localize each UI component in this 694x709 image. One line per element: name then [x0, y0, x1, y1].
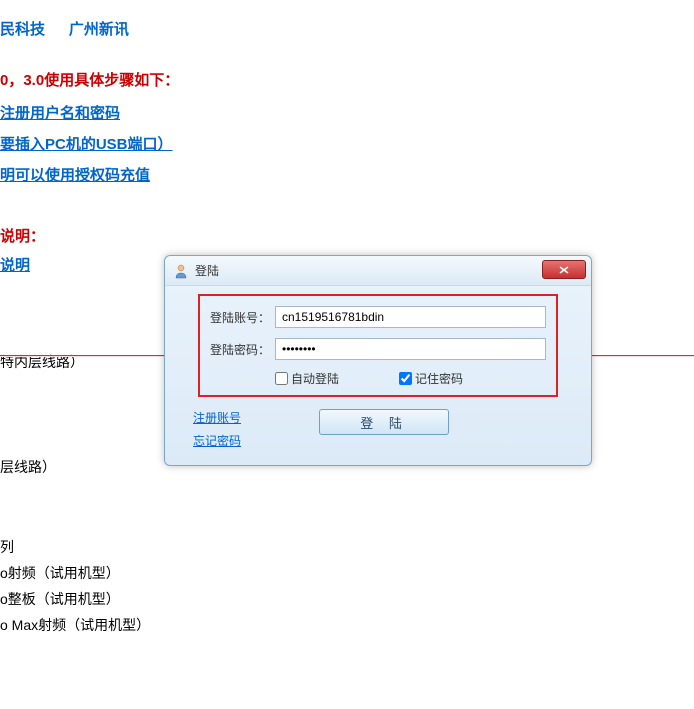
remember-pwd-option[interactable]: 记住密码 — [399, 370, 463, 387]
account-label: 登陆账号： — [210, 309, 275, 326]
text-board: o整板（试用机型） — [0, 589, 694, 609]
register-link[interactable]: 注册账号 — [193, 409, 241, 426]
password-label: 登陆密码： — [210, 341, 275, 358]
text-max-rf: o Max射频（试用机型） — [0, 615, 694, 635]
remember-pwd-label: 记住密码 — [415, 370, 463, 387]
dialog-title: 登陆 — [195, 262, 219, 279]
password-row: 登陆密码： — [210, 338, 546, 360]
highlight-box: 登陆账号： 登陆密码： 自动登陆 记住密码 — [198, 294, 558, 397]
auto-login-checkbox[interactable] — [275, 372, 288, 385]
login-button[interactable]: 登 陆 — [319, 409, 449, 435]
label-explain-red: 说明： — [0, 225, 45, 246]
user-icon — [173, 263, 189, 279]
top-link-2[interactable]: 广州新讯 — [69, 21, 129, 38]
side-links: 注册账号 忘记密码 — [193, 409, 241, 449]
auto-login-option[interactable]: 自动登陆 — [275, 370, 339, 387]
link-recharge[interactable]: 明可以使用授权码充值 — [0, 164, 694, 185]
label-explain-blue[interactable]: 说明 — [0, 254, 30, 275]
link-register[interactable]: 注册用户名和密码 — [0, 102, 694, 123]
heading-steps: 0，3.0使用具体步骤如下： — [0, 69, 694, 90]
forgot-link[interactable]: 忘记密码 — [193, 432, 241, 449]
remember-pwd-checkbox[interactable] — [399, 372, 412, 385]
dialog-titlebar[interactable]: 登陆 — [165, 256, 591, 286]
account-input[interactable] — [275, 306, 546, 328]
login-dialog: 登陆 登陆账号： 登陆密码： 自动登陆 — [164, 255, 592, 466]
dialog-body: 登陆账号： 登陆密码： 自动登陆 记住密码 注册账号 忘 — [165, 286, 591, 465]
close-icon — [559, 266, 569, 274]
password-input[interactable] — [275, 338, 546, 360]
link-usb[interactable]: 要插入PC机的USB端口） — [0, 133, 694, 154]
close-button[interactable] — [542, 260, 586, 279]
text-series: 列 — [0, 537, 694, 557]
dialog-bottom-row: 注册账号 忘记密码 登 陆 — [177, 409, 579, 449]
account-row: 登陆账号： — [210, 306, 546, 328]
top-link-1[interactable]: 民科技 — [0, 21, 45, 38]
auto-login-label: 自动登陆 — [291, 370, 339, 387]
checkbox-row: 自动登陆 记住密码 — [210, 370, 546, 387]
text-rf: o射频（试用机型） — [0, 563, 694, 583]
